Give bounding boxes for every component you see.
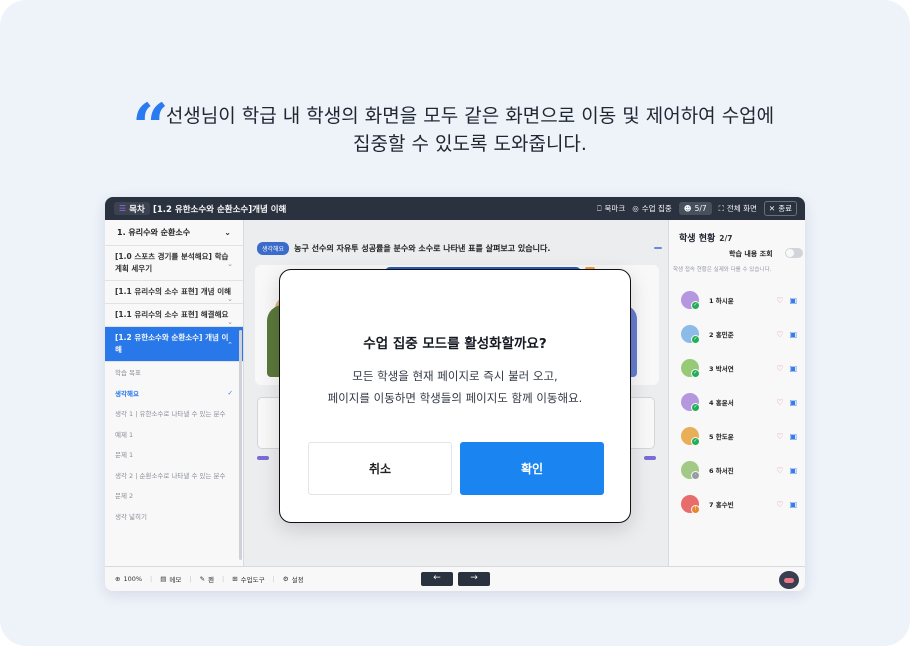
headline-line-2: 집중할 수 있도록 도와줍니다. <box>353 133 587 155</box>
headline: 선생님이 학급 내 학생의 화면을 모두 같은 화면으로 이동 및 제어하여 수… <box>160 102 780 158</box>
quote-icon: “ <box>132 90 169 165</box>
dialog-title: 수업 집중 모드를 활성화할까요? <box>363 336 547 352</box>
focus-mode-dialog: 수업 집중 모드를 활성화할까요? 모든 학생을 현재 페이지로 즉시 불러 오… <box>279 269 631 523</box>
app-screenshot: ☰ 목차 [1.2 유한소수와 순환소수]개념 이해 ⎕ 북마크 ◎ 수업 집중… <box>105 197 805 591</box>
confirm-button[interactable]: 확인 <box>460 442 604 495</box>
dialog-body-line-1: 모든 학생을 현재 페이지로 즉시 불러 오고, <box>352 369 558 383</box>
dialog-body-line-2: 페이지를 이동하면 학생들의 페이지도 함께 이동해요. <box>327 391 583 405</box>
promo-card: “ 선생님이 학급 내 학생의 화면을 모두 같은 화면으로 이동 및 제어하여… <box>0 0 910 646</box>
dialog-body: 모든 학생을 현재 페이지로 즉시 불러 오고, 페이지를 이동하면 학생들의 … <box>280 365 630 409</box>
cancel-button[interactable]: 취소 <box>308 442 452 495</box>
headline-line-1: 선생님이 학급 내 학생의 화면을 모두 같은 화면으로 이동 및 제어하여 수… <box>165 105 775 127</box>
